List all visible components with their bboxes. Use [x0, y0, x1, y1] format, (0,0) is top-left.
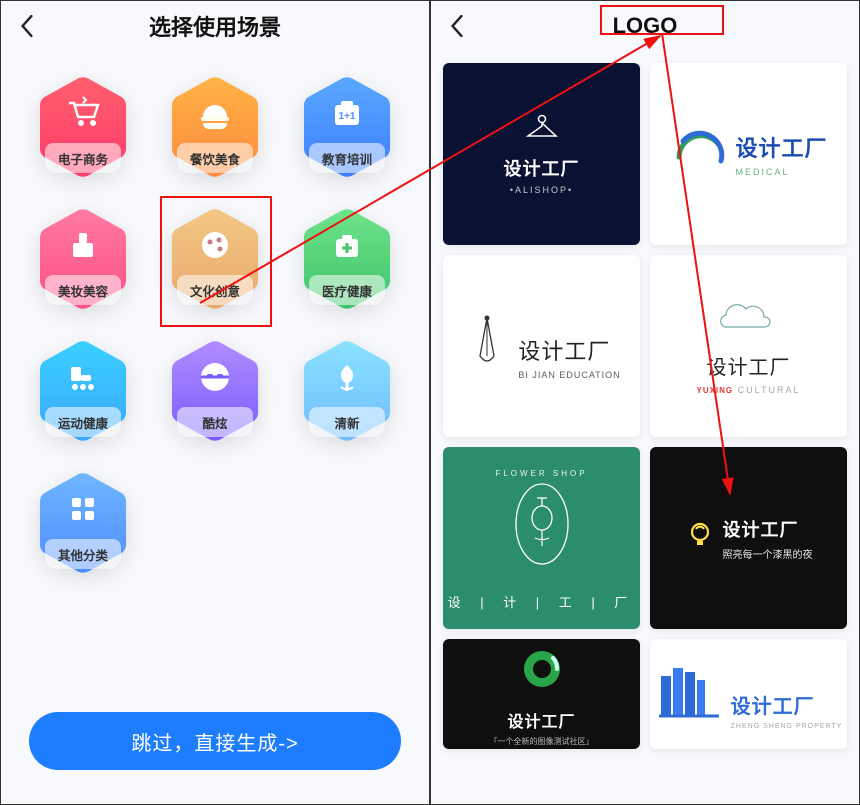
page-title: LOGO — [613, 13, 678, 39]
scene-label: 清新 — [334, 413, 359, 432]
burger-icon — [163, 91, 267, 135]
scene-card[interactable]: 医疗健康 — [287, 197, 407, 317]
scene-label: 餐饮美食 — [190, 149, 240, 168]
scene-card[interactable]: 酷炫 — [155, 329, 275, 449]
scene-card[interactable]: 美妆美容 — [23, 197, 143, 317]
scene-card[interactable]: 餐饮美食 — [155, 65, 275, 185]
logo-card[interactable]: 设计工厂BI JIAN EDUCATION — [443, 255, 640, 437]
back-button[interactable] — [443, 12, 471, 40]
back-button[interactable] — [13, 12, 41, 40]
scene-label: 美妆美容 — [58, 281, 108, 300]
firstaid-icon — [295, 223, 399, 267]
scene-card[interactable]: 文化创意 — [155, 197, 275, 317]
scene-label: 酷炫 — [202, 413, 227, 432]
scene-label: 其他分类 — [58, 545, 108, 564]
scene-card[interactable]: 1+1 教育培训 — [287, 65, 407, 185]
screen-choose-scene: 选择使用场景 电子商务 — [0, 0, 430, 805]
logo-card[interactable]: 设计工厂•ALISHOP• — [443, 63, 640, 245]
logo-card[interactable]: 设计工厂ZHENG SHENG PROPERTY — [650, 639, 847, 749]
logo-card[interactable]: FLOWER SHOP设 | 计 | 工 | 厂 — [443, 447, 640, 629]
skip-button[interactable]: 跳过，直接生成-> — [29, 712, 401, 770]
skate-icon — [31, 355, 135, 399]
logo-card[interactable]: 设计工厂YUXING CULTURAL — [650, 255, 847, 437]
screen-logo-list: LOGO 设计工厂•ALISHOP•设计工厂MEDICAL设计工厂BI JIAN… — [430, 0, 860, 805]
scene-label: 运动健康 — [58, 413, 108, 432]
scene-label: 教育培训 — [322, 149, 372, 168]
logo-card[interactable]: 设计工厂照亮每一个漆黑的夜 — [650, 447, 847, 629]
cart-icon — [31, 91, 135, 135]
grid-icon — [31, 487, 135, 531]
scene-card[interactable]: 清新 — [287, 329, 407, 449]
scene-label: 医疗健康 — [322, 281, 372, 300]
scene-label: 文化创意 — [190, 281, 240, 300]
palette-icon — [163, 223, 267, 267]
medkit-icon: 1+1 — [295, 91, 399, 135]
page-title: 选择使用场景 — [149, 10, 281, 42]
scene-card[interactable]: 运动健康 — [23, 329, 143, 449]
tulip-icon — [295, 355, 399, 399]
makeup-icon — [31, 223, 135, 267]
logo-card[interactable]: 设计工厂「一个全新的图像测试社区」 — [443, 639, 640, 749]
svg-text:1+1: 1+1 — [339, 111, 356, 122]
scene-card[interactable]: 其他分类 — [23, 461, 143, 581]
scene-card[interactable]: 电子商务 — [23, 65, 143, 185]
face-icon — [163, 355, 267, 399]
logo-card[interactable]: 设计工厂MEDICAL — [650, 63, 847, 245]
scene-label: 电子商务 — [58, 149, 108, 168]
